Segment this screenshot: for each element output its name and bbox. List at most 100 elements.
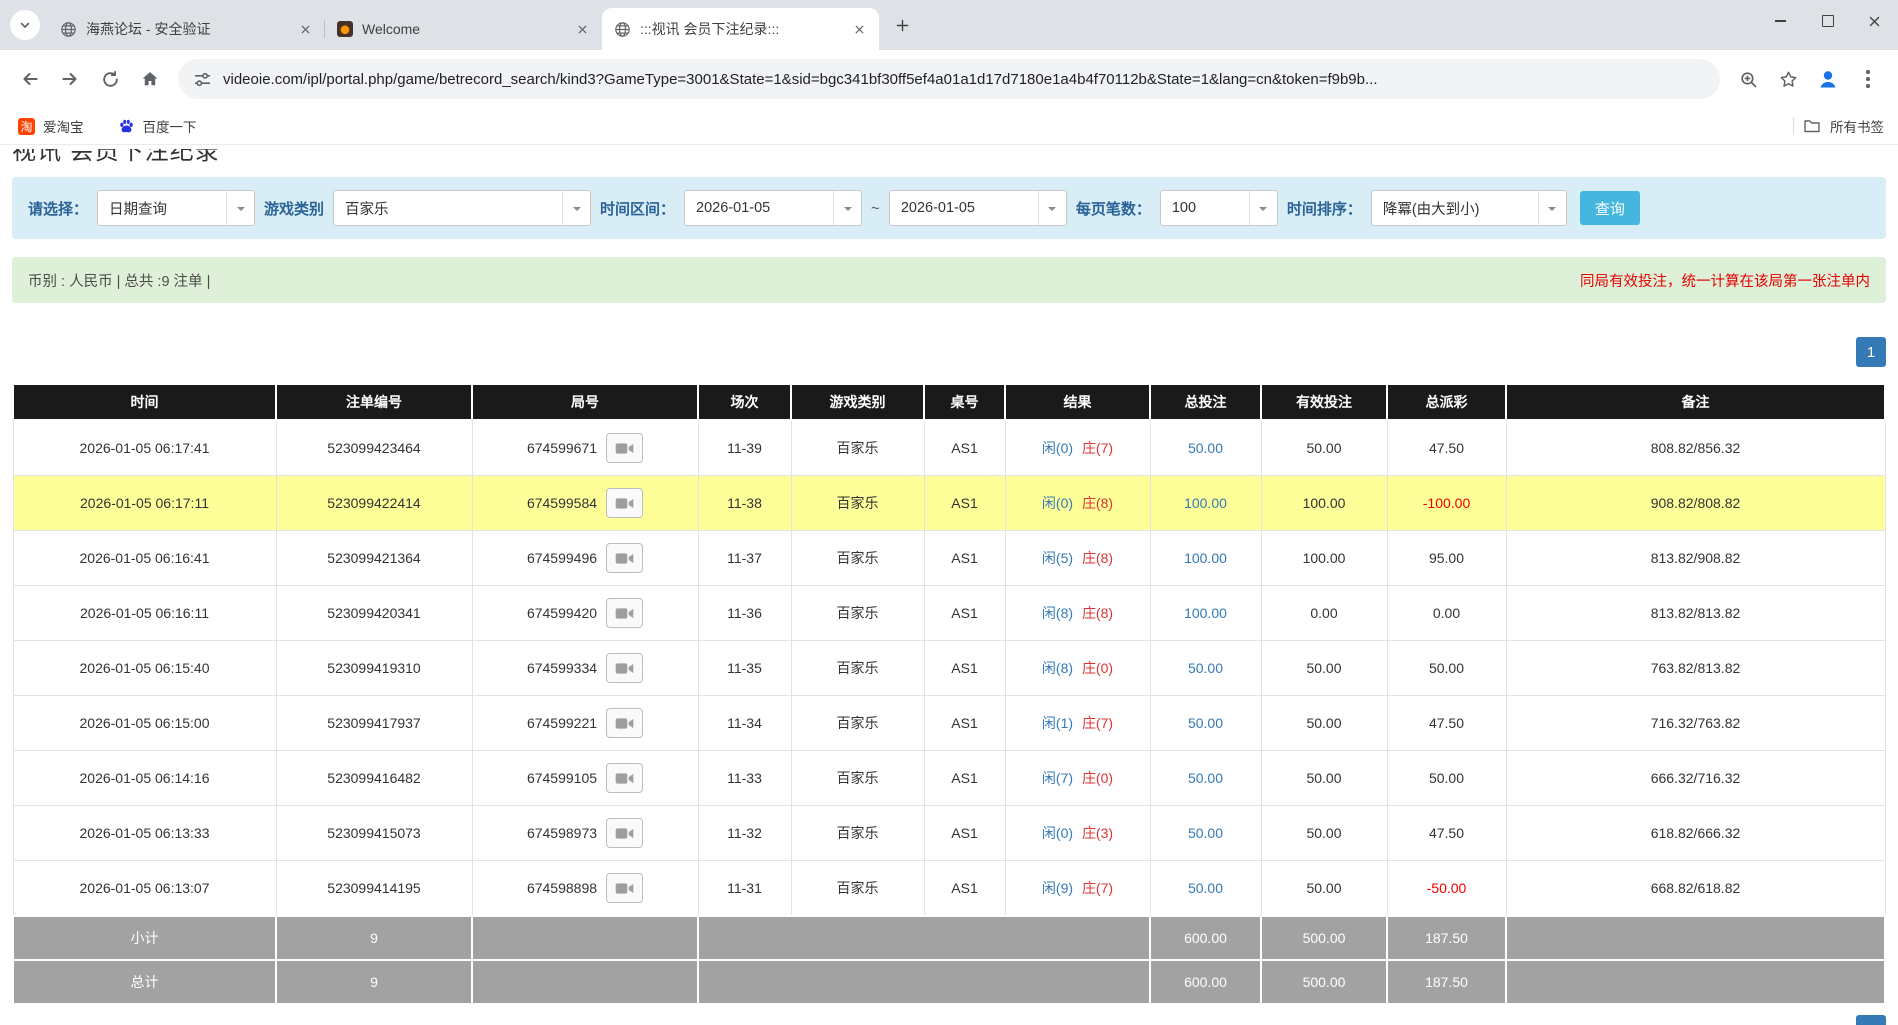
date-to-select[interactable]: 2026-01-05 (889, 190, 1067, 226)
maximize-button[interactable] (1804, 0, 1851, 42)
browser-menu-button[interactable] (1848, 59, 1888, 99)
search-button[interactable]: 查询 (1580, 191, 1640, 225)
page-size-select[interactable]: 100 (1160, 190, 1278, 226)
welcome-favicon (337, 21, 353, 37)
tab-strip: 海燕论坛 - 安全验证 Welcome :::视讯 会员下注纪录::: (0, 0, 1898, 50)
session: 11-33 (698, 751, 791, 806)
page-1-button[interactable]: 1 (1856, 337, 1886, 367)
tab-haiyan-forum[interactable]: 海燕论坛 - 安全验证 (48, 8, 325, 50)
tab-close-icon[interactable] (573, 20, 592, 39)
sort-select[interactable]: 降冪(由大到小) (1371, 190, 1567, 226)
caret-down-icon (833, 191, 861, 225)
table-number: AS1 (924, 531, 1005, 586)
tab-bet-records[interactable]: :::视讯 会员下注纪录::: (602, 8, 879, 50)
total-bet-link[interactable]: 100.00 (1150, 476, 1261, 531)
game-type-select[interactable]: 百家乐 (333, 190, 591, 226)
tab-close-icon[interactable] (296, 20, 315, 39)
session: 11-31 (698, 861, 791, 917)
back-button[interactable] (10, 59, 50, 99)
game-type-label: 游戏类别 (264, 198, 324, 219)
minimize-button[interactable] (1757, 0, 1804, 42)
result-cell: 闲(9) 庄(7) (1005, 861, 1150, 917)
video-replay-button[interactable] (606, 543, 643, 573)
date-to-value: 2026-01-05 (901, 200, 975, 216)
col-header-round: 局号 (472, 384, 698, 420)
total-bet-link[interactable]: 50.00 (1150, 751, 1261, 806)
all-bookmarks[interactable]: 所有书签 (1793, 116, 1884, 136)
close-icon (1869, 16, 1880, 27)
session: 11-36 (698, 586, 791, 641)
subtotal-total-bet: 600.00 (1150, 916, 1261, 960)
total-bet-link[interactable]: 50.00 (1150, 641, 1261, 696)
video-replay-button[interactable] (606, 763, 643, 793)
total-bet-link[interactable]: 50.00 (1150, 806, 1261, 861)
video-icon (615, 772, 634, 785)
mode-select[interactable]: 日期查询 (97, 190, 255, 226)
bet-id: 523099419310 (276, 641, 472, 696)
game-type: 百家乐 (791, 641, 924, 696)
video-replay-button[interactable] (606, 488, 643, 518)
result-player: 闲(9) (1042, 880, 1073, 896)
bookmark-baidu[interactable]: 百度一下 (114, 112, 201, 140)
tab-welcome[interactable]: Welcome (325, 8, 602, 50)
video-replay-button[interactable] (606, 653, 643, 683)
round-cell: 674599221 (472, 696, 698, 751)
game-type: 百家乐 (791, 531, 924, 586)
bet-id: 523099423464 (276, 420, 472, 476)
home-icon (140, 69, 160, 89)
session: 11-39 (698, 420, 791, 476)
total-bet-link[interactable]: 50.00 (1150, 420, 1261, 476)
payout: 0.00 (1387, 586, 1506, 641)
caret-down-icon (1249, 191, 1277, 225)
round-cell: 674599420 (472, 586, 698, 641)
new-tab-button[interactable] (887, 10, 917, 40)
zoom-button[interactable] (1728, 59, 1768, 99)
grand-total-count: 9 (276, 960, 472, 1004)
video-replay-button[interactable] (606, 433, 643, 463)
bet-time: 2026-01-05 06:13:33 (13, 806, 276, 861)
round-cell: 674599671 (472, 420, 698, 476)
summary-info: 币别 : 人民币 | 总共 :9 注单 | (28, 270, 210, 291)
total-bet-link[interactable]: 50.00 (1150, 861, 1261, 917)
page-size-value: 100 (1172, 200, 1196, 216)
result-cell: 闲(7) 庄(0) (1005, 751, 1150, 806)
game-type: 百家乐 (791, 861, 924, 917)
video-replay-button[interactable] (606, 708, 643, 738)
site-settings-icon[interactable] (194, 71, 211, 88)
session: 11-38 (698, 476, 791, 531)
bet-time: 2026-01-05 06:16:41 (13, 531, 276, 586)
result-banker: 庄(0) (1082, 770, 1113, 786)
table-row: 2026-01-05 06:17:11 523099422414 6745995… (13, 476, 1885, 531)
forward-button[interactable] (50, 59, 90, 99)
video-replay-button[interactable] (606, 598, 643, 628)
table-row: 2026-01-05 06:15:00 523099417937 6745992… (13, 696, 1885, 751)
result-banker: 庄(7) (1082, 880, 1113, 896)
page-1-button[interactable]: 1 (1856, 1015, 1886, 1025)
table-row: 2026-01-05 06:16:11 523099420341 6745994… (13, 586, 1885, 641)
reload-button[interactable] (90, 59, 130, 99)
tab-search-button[interactable] (10, 10, 40, 40)
address-bar[interactable]: videoie.com/ipl/portal.php/game/betrecor… (178, 59, 1720, 99)
sort-label: 时间排序： (1287, 198, 1362, 219)
bookmark-taobao[interactable]: 淘 爱淘宝 (14, 112, 88, 140)
bet-time: 2026-01-05 06:15:00 (13, 696, 276, 751)
url-text: videoie.com/ipl/portal.php/game/betrecor… (223, 71, 1378, 88)
tab-title: Welcome (362, 21, 567, 37)
video-replay-button[interactable] (606, 818, 643, 848)
bet-table-body: 2026-01-05 06:17:41 523099423464 6745996… (13, 420, 1885, 916)
total-bet-link[interactable]: 100.00 (1150, 531, 1261, 586)
summary-bar: 币别 : 人民币 | 总共 :9 注单 | 同局有效投注，统一计算在该局第一张注… (12, 257, 1886, 303)
close-button[interactable] (1851, 0, 1898, 42)
date-from-select[interactable]: 2026-01-05 (684, 190, 862, 226)
profile-avatar[interactable] (1808, 59, 1848, 99)
total-bet-link[interactable]: 100.00 (1150, 586, 1261, 641)
video-icon (615, 497, 634, 510)
bookmarks-bar: 淘 爱淘宝 百度一下 所有书签 (0, 108, 1898, 145)
bookmark-star-button[interactable] (1768, 59, 1808, 99)
tab-close-icon[interactable] (850, 20, 869, 39)
session: 11-35 (698, 641, 791, 696)
table-row: 2026-01-05 06:16:41 523099421364 6745994… (13, 531, 1885, 586)
video-replay-button[interactable] (606, 873, 643, 903)
total-bet-link[interactable]: 50.00 (1150, 696, 1261, 751)
home-button[interactable] (130, 59, 170, 99)
